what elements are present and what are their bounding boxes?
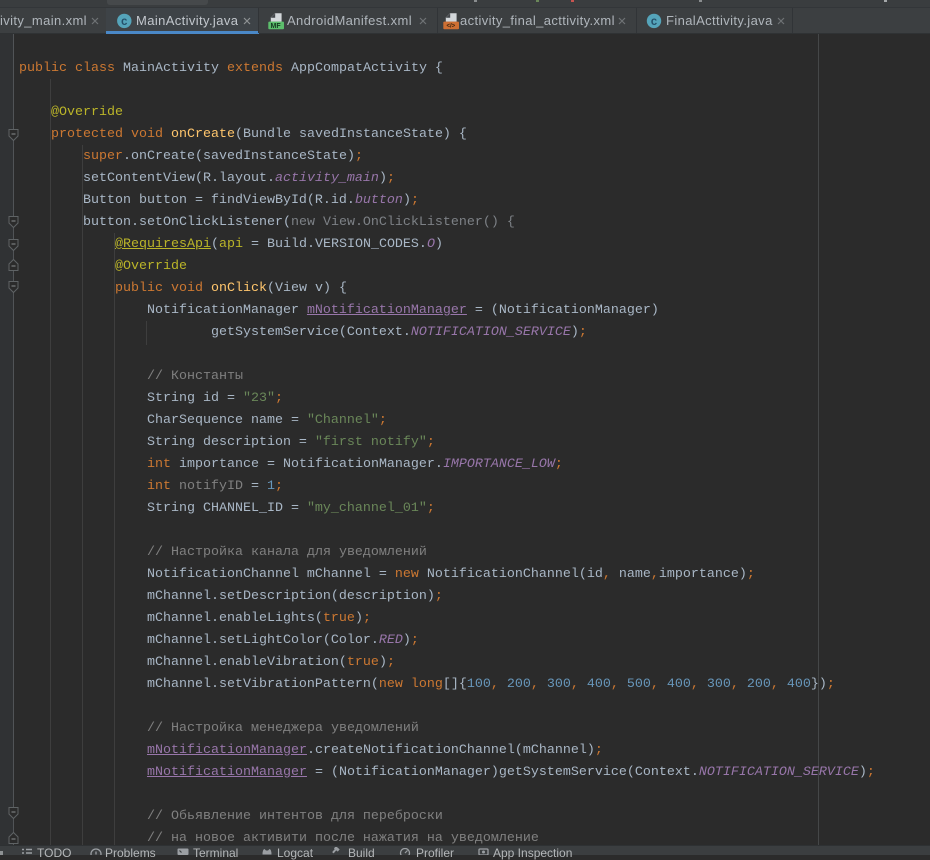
svg-text:C: C: [121, 17, 128, 29]
svg-text:</>: </>: [446, 24, 455, 30]
svg-text:C: C: [651, 17, 658, 29]
svg-text:MF: MF: [271, 23, 282, 30]
